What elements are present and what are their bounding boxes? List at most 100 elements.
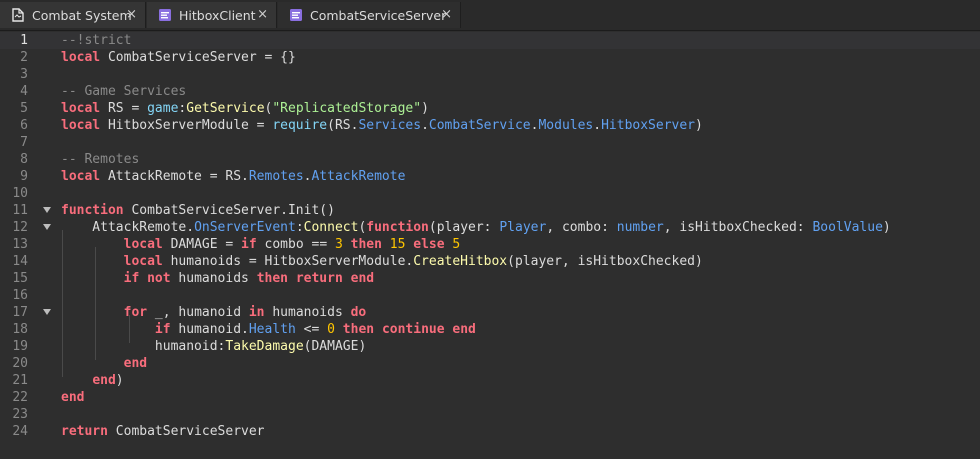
code-line[interactable]: 16 bbox=[0, 287, 980, 304]
code-token: return bbox=[295, 271, 343, 286]
code-line[interactable]: 2 local CombatServiceServer = {} bbox=[0, 49, 980, 66]
line-number: 16 bbox=[12, 288, 28, 303]
code-token: do bbox=[350, 305, 367, 320]
line-number: 12 bbox=[12, 220, 28, 235]
code-line[interactable]: 18 if humanoid.Health <= 0 then continue… bbox=[0, 321, 980, 338]
code-token: , combo: bbox=[546, 220, 617, 235]
code-token: BoolValue bbox=[812, 220, 883, 235]
code-token: number bbox=[616, 220, 664, 235]
code-token: require bbox=[272, 118, 328, 133]
close-icon[interactable]: × bbox=[257, 7, 268, 23]
fold-arrow-icon[interactable] bbox=[43, 207, 51, 213]
code-line[interactable]: 5 local RS = game:GetService("ReplicatedS… bbox=[0, 100, 980, 117]
code-token: Remotes bbox=[248, 169, 304, 184]
line-number: 15 bbox=[12, 271, 28, 286]
code-token: , isHitboxChecked: bbox=[663, 220, 813, 235]
tab-combat-system[interactable]: Combat System × bbox=[0, 2, 146, 28]
tab-bar: Combat System × HitboxClient × CombatSer… bbox=[0, 0, 980, 31]
code-line[interactable]: 22 end bbox=[0, 389, 980, 406]
code-token: end bbox=[123, 356, 148, 371]
code-line[interactable]: 8 -- Remotes bbox=[0, 151, 980, 168]
code-editor[interactable]: 1 --!strict 2 local CombatServiceServer = {… bbox=[0, 31, 980, 459]
fold-arrow-icon[interactable] bbox=[43, 309, 51, 315]
code-text: local DAMAGE = if combo == 3 then 15 els… bbox=[61, 236, 461, 253]
code-line[interactable]: 4 -- Game Services bbox=[0, 83, 980, 100]
code-token: not bbox=[147, 271, 171, 286]
code-line[interactable]: 7 bbox=[0, 134, 980, 151]
code-text: if not humanoids then return end bbox=[61, 270, 374, 287]
code-line[interactable]: 11 function CombatServiceServer.Init() bbox=[0, 202, 980, 219]
code-line[interactable]: 12 AttackRemote.OnServerEvent:Connect(fu… bbox=[0, 219, 980, 236]
code-token: 15 bbox=[389, 237, 406, 252]
line-number: 19 bbox=[12, 339, 28, 354]
line-number: 22 bbox=[12, 390, 28, 405]
code-line[interactable]: 9 local AttackRemote = RS.Remotes.AttackR… bbox=[0, 168, 980, 185]
code-token: humanoid: bbox=[61, 339, 226, 354]
line-number: 18 bbox=[12, 322, 28, 337]
code-token: HitboxServerModule = bbox=[100, 118, 273, 133]
code-token: function bbox=[61, 203, 124, 218]
code-token: combo == bbox=[256, 237, 335, 252]
code-line[interactable]: 10 bbox=[0, 185, 980, 202]
code-token: AttackRemote = RS. bbox=[100, 169, 249, 184]
code-token: --!strict bbox=[61, 33, 132, 48]
tab-combat-service-server[interactable]: CombatServiceServer × bbox=[278, 2, 461, 28]
code-token: then bbox=[256, 271, 288, 286]
code-token: humanoid. bbox=[170, 322, 249, 337]
code-token: CombatService bbox=[428, 118, 531, 133]
code-token: 0 bbox=[327, 322, 335, 337]
code-token: end bbox=[92, 373, 116, 388]
code-line[interactable]: 6 local HitboxServerModule = require(RS.S… bbox=[0, 117, 980, 134]
tab-hitbox-client[interactable]: HitboxClient × bbox=[147, 2, 277, 28]
code-token: function bbox=[366, 220, 429, 235]
line-number: 5 bbox=[20, 101, 28, 116]
code-text: end bbox=[61, 355, 147, 372]
line-number: 17 bbox=[12, 305, 28, 320]
code-token: game bbox=[147, 101, 179, 116]
code-token: . bbox=[593, 118, 602, 133]
document-icon bbox=[10, 7, 26, 23]
code-token: (DAMAGE) bbox=[303, 339, 367, 354]
code-token: local bbox=[61, 50, 101, 65]
code-line[interactable]: 15 if not humanoids then return end bbox=[0, 270, 980, 287]
code-text: local HitboxServerModule = require(RS.Se… bbox=[61, 117, 703, 134]
code-token: ) bbox=[695, 118, 703, 133]
close-icon[interactable]: × bbox=[441, 7, 452, 23]
code-line[interactable]: 19 humanoid:TakeDamage(DAMAGE) bbox=[0, 338, 980, 355]
code-line[interactable]: 14 local humanoids = HitboxServerModule.… bbox=[0, 253, 980, 270]
tab-label: CombatServiceServer bbox=[310, 7, 447, 23]
code-token: HitboxServer bbox=[601, 118, 696, 133]
code-token: (RS. bbox=[327, 118, 359, 133]
code-token: return bbox=[61, 424, 108, 439]
code-token: CombatServiceServer bbox=[107, 424, 265, 439]
code-text: function CombatServiceServer.Init() bbox=[61, 202, 335, 219]
code-token: Health bbox=[248, 322, 296, 337]
code-text: --!strict bbox=[61, 32, 131, 49]
code-line[interactable]: 13 local DAMAGE = if combo == 3 then 15 … bbox=[0, 236, 980, 253]
code-line[interactable]: 23 bbox=[0, 406, 980, 423]
close-icon[interactable]: × bbox=[126, 7, 137, 23]
fold-arrow-icon[interactable] bbox=[43, 224, 51, 230]
code-token: local bbox=[61, 169, 101, 184]
code-line[interactable]: 21 end) bbox=[0, 372, 980, 389]
code-line[interactable]: 1 --!strict bbox=[0, 32, 980, 49]
code-token: local bbox=[123, 254, 163, 269]
code-token: local bbox=[61, 118, 101, 133]
code-line[interactable]: 17 for _, humanoid in humanoids do bbox=[0, 304, 980, 321]
code-token: RS = bbox=[100, 101, 148, 116]
code-token: CreateHitbox bbox=[413, 254, 508, 269]
tab-label: Combat System bbox=[32, 7, 132, 23]
module-script-icon bbox=[288, 7, 304, 23]
code-line[interactable]: 24 return CombatServiceServer bbox=[0, 423, 980, 440]
code-token: <= bbox=[295, 322, 328, 337]
code-token: if bbox=[241, 237, 257, 252]
code-token: OnServerEvent bbox=[194, 220, 296, 235]
line-number: 21 bbox=[12, 373, 28, 388]
code-line[interactable]: 3 bbox=[0, 66, 980, 83]
code-line[interactable]: 20 end bbox=[0, 355, 980, 372]
